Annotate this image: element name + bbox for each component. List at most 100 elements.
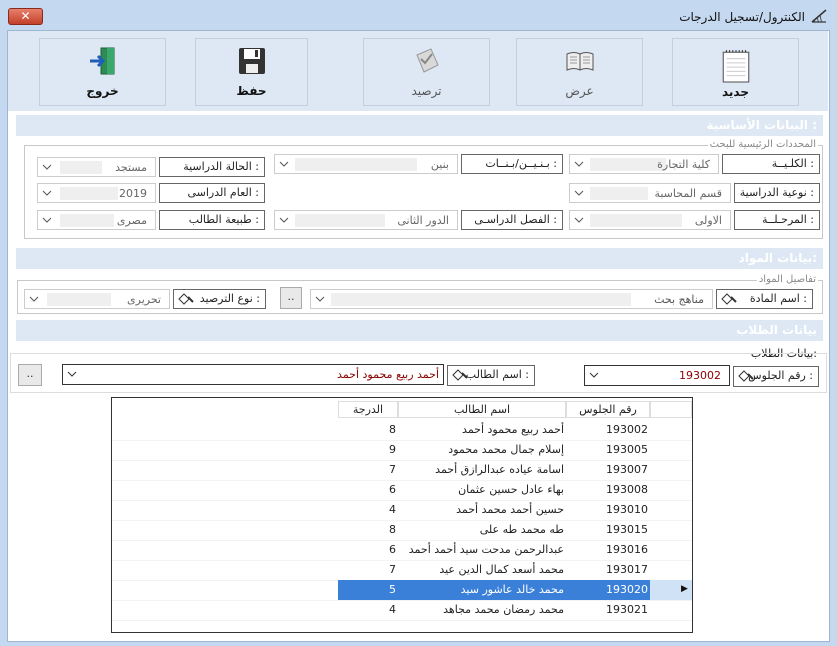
cell-seat-number[interactable]: 193002	[566, 420, 650, 440]
grades-grid[interactable]: الدرجة اسم الطالب رقم الجلوس 8 أحمد ربيع …	[111, 397, 693, 633]
stage-value: الاولى	[694, 214, 722, 227]
table-row[interactable]: 8 طه محمد طه على 193015	[112, 520, 692, 540]
cell-score[interactable]: 9	[338, 440, 398, 460]
semester-combo[interactable]: الدور الثانى	[274, 210, 458, 230]
title-bar: ✕ الكنترول/تسجيل الدرجات	[0, 0, 837, 30]
row-selector[interactable]	[650, 540, 692, 560]
cell-score[interactable]: 8	[338, 520, 398, 540]
cell-student-name[interactable]: محمد خالد عاشور سيد	[398, 580, 566, 600]
row-selector[interactable]	[650, 420, 692, 440]
students-section-header: بيانات الطلاب	[16, 320, 823, 341]
cell-student-name[interactable]: بهاء عادل حسين عثمان	[398, 480, 566, 500]
posting-type-combo[interactable]: تحريرى	[24, 289, 170, 309]
academic-year-value: 2019	[119, 187, 147, 200]
table-row[interactable]: 4 محمد رمضان محمد مجاهد 193021	[112, 600, 692, 620]
cell-score[interactable]: 6	[338, 480, 398, 500]
seat-number-value: 193002	[679, 369, 721, 382]
cell-student-name[interactable]: إسلام جمال محمد محمود	[398, 440, 566, 460]
table-row[interactable]: 6 بهاء عادل حسين عثمان 193008	[112, 480, 692, 500]
cell-score[interactable]: 4	[338, 500, 398, 520]
table-row[interactable]: 4 حسين أحمد محمد أحمد 193010	[112, 500, 692, 520]
cell-student-name[interactable]: محمد أسعد كمال الدين عيد	[398, 560, 566, 580]
header-seat-number[interactable]: رقم الجلوس	[566, 401, 650, 418]
exit-button[interactable]: خروج	[39, 38, 166, 106]
table-row[interactable]: 8 أحمد ربيع محمود أحمد 193002	[112, 420, 692, 440]
cell-seat-number[interactable]: 193020	[566, 580, 650, 600]
faculty-combo[interactable]: كلية التجارة	[569, 154, 719, 174]
subject-combo[interactable]: مناهج بحث	[310, 289, 713, 309]
table-row[interactable]: 7 اسامة عياده عبدالرازق أحمد 193007	[112, 460, 692, 480]
row-selector[interactable]	[650, 500, 692, 520]
student-nature-combo[interactable]: مصرى	[37, 210, 156, 230]
student-name-combo[interactable]: أحمد ربيع محمود أحمد	[62, 364, 444, 385]
search-binoculars-icon	[452, 369, 468, 381]
close-button[interactable]: ✕	[8, 8, 43, 25]
stage-combo[interactable]: الاولى	[569, 210, 731, 230]
search-binoculars-icon	[721, 293, 737, 305]
cell-score[interactable]: 7	[338, 560, 398, 580]
gender-combo[interactable]: بنين	[274, 154, 458, 174]
subject-name-label-text: اسم المادة :	[749, 292, 807, 305]
study-type-value: قسم المحاسبة	[654, 187, 722, 200]
cell-student-name[interactable]: طه محمد طه على	[398, 520, 566, 540]
cell-score[interactable]: 5	[338, 580, 398, 600]
chevron-down-icon	[67, 371, 77, 377]
cell-seat-number[interactable]: 193021	[566, 600, 650, 620]
chevron-down-icon	[279, 217, 289, 223]
cell-score[interactable]: 7	[338, 460, 398, 480]
save-label: حفظ	[236, 84, 267, 98]
header-score[interactable]: الدرجة	[338, 401, 398, 418]
stage-label: المرحـلــة :	[734, 210, 820, 230]
study-status-combo[interactable]: مستجد	[37, 157, 156, 177]
new-button[interactable]: جديد	[672, 38, 799, 106]
cell-seat-number[interactable]: 193007	[566, 460, 650, 480]
post-label: ترصيد	[411, 84, 442, 98]
basic-data-section-header: البيانات الأساسية :	[16, 115, 823, 136]
row-selector[interactable]	[650, 460, 692, 480]
study-type-label: نوعية الدراسية :	[734, 183, 820, 203]
student-more-button[interactable]: ..	[18, 364, 42, 386]
seat-number-label: رقم الجلوس :	[733, 366, 819, 387]
study-type-combo[interactable]: قسم المحاسبة	[569, 183, 731, 203]
chevron-down-icon	[574, 217, 584, 223]
table-row[interactable]: 9 إسلام جمال محمد محمود 193005	[112, 440, 692, 460]
post-button[interactable]: ترصيد	[363, 38, 490, 106]
faculty-label: الكلـيــة :	[722, 154, 820, 174]
seat-number-combo[interactable]: 193002	[584, 365, 730, 386]
chevron-down-icon	[574, 161, 584, 167]
cell-seat-number[interactable]: 193015	[566, 520, 650, 540]
subject-more-button[interactable]: ..	[280, 287, 302, 309]
row-pointer-icon: ▶	[681, 584, 688, 594]
study-status-label: الحالة الدراسية :	[159, 157, 265, 177]
cell-seat-number[interactable]: 193017	[566, 560, 650, 580]
cell-student-name[interactable]: حسين أحمد محمد أحمد	[398, 500, 566, 520]
save-button[interactable]: حفظ	[195, 38, 308, 106]
cell-seat-number[interactable]: 193010	[566, 500, 650, 520]
table-row[interactable]: 6 عبدالرحمن مدحت سيد أحمد أحمد 193016	[112, 540, 692, 560]
view-button[interactable]: عرض	[516, 38, 643, 106]
table-row[interactable]: 5 محمد خالد عاشور سيد 193020	[112, 580, 692, 600]
cell-seat-number[interactable]: 193016	[566, 540, 650, 560]
header-student-name[interactable]: اسم الطالب	[398, 401, 566, 418]
cell-student-name[interactable]: عبدالرحمن مدحت سيد أحمد أحمد	[398, 540, 566, 560]
cell-seat-number[interactable]: 193008	[566, 480, 650, 500]
cell-student-name[interactable]: اسامة عياده عبدالرازق أحمد	[398, 460, 566, 480]
chevron-down-icon	[42, 217, 52, 223]
row-selector[interactable]	[650, 560, 692, 580]
row-selector[interactable]	[650, 600, 692, 620]
cell-score[interactable]: 6	[338, 540, 398, 560]
cell-score[interactable]: 8	[338, 420, 398, 440]
table-row[interactable]: 7 محمد أسعد كمال الدين عيد 193017	[112, 560, 692, 580]
row-selector[interactable]	[650, 440, 692, 460]
cell-score[interactable]: 4	[338, 600, 398, 620]
row-selector[interactable]	[650, 480, 692, 500]
exit-label: خروج	[86, 84, 119, 98]
academic-year-combo[interactable]: 2019	[37, 183, 156, 203]
cell-student-name[interactable]: أحمد ربيع محمود أحمد	[398, 420, 566, 440]
row-selector[interactable]	[650, 520, 692, 540]
cell-seat-number[interactable]: 193005	[566, 440, 650, 460]
exit-door-icon	[89, 47, 114, 75]
cell-student-name[interactable]: محمد رمضان محمد مجاهد	[398, 600, 566, 620]
semester-label: الفصل الدراسـى :	[461, 210, 563, 230]
student-name-label: اسم الطالب :	[447, 365, 535, 386]
